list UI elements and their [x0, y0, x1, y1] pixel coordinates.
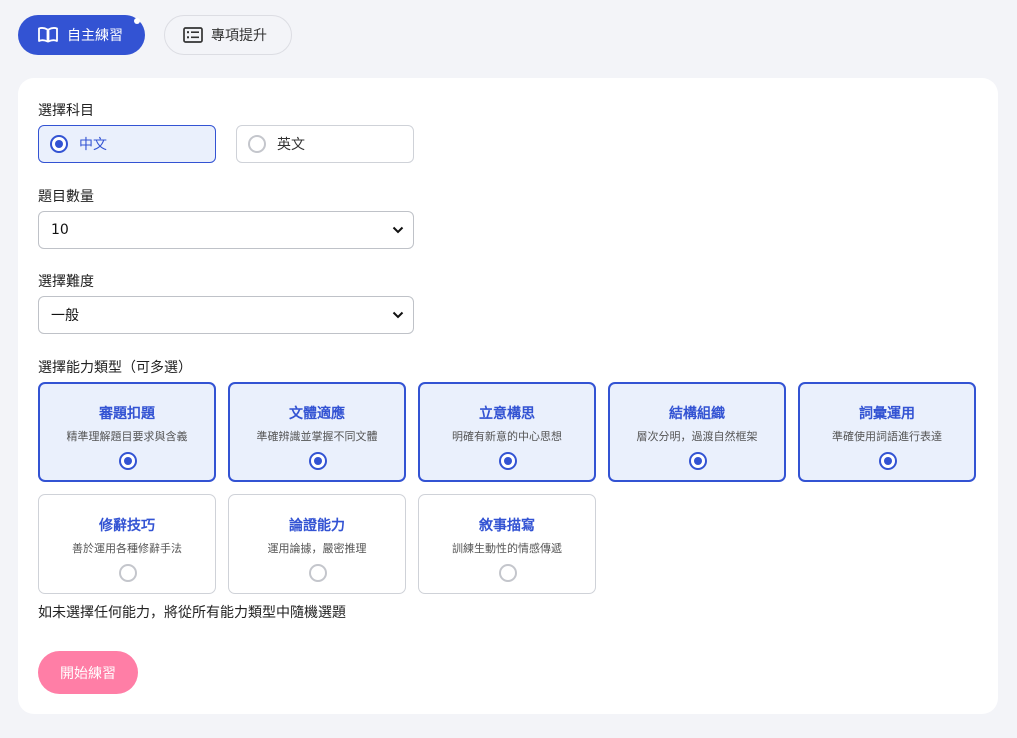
book-icon — [37, 26, 59, 44]
ability-card-vocabulary[interactable]: 詞彙運用 準確使用詞語進行表達 — [798, 382, 976, 482]
ability-description: 精準理解題目要求與含義 — [66, 430, 188, 443]
tab-label: 專項提升 — [211, 28, 267, 44]
chevron-down-icon — [392, 311, 404, 319]
ability-description: 運用論據，嚴密推理 — [267, 542, 367, 555]
ability-type-label: 選擇能力類型（可多選） — [38, 360, 192, 376]
radio-selected-icon — [499, 452, 517, 470]
question-count-select[interactable]: 10 — [38, 211, 414, 249]
chevron-down-icon — [392, 226, 404, 234]
ability-title: 詞彙運用 — [859, 406, 915, 422]
radio-unselected-icon — [119, 564, 137, 582]
radio-unselected-icon — [309, 564, 327, 582]
ability-title: 立意構思 — [479, 406, 535, 422]
radio-unselected-icon — [499, 564, 517, 582]
radio-selected-icon — [879, 452, 897, 470]
ability-card-structure[interactable]: 結構組織 層次分明，過渡自然框架 — [608, 382, 786, 482]
notification-dot — [134, 18, 140, 24]
difficulty-label: 選擇難度 — [38, 274, 94, 290]
question-count-value: 10 — [51, 222, 69, 238]
question-count-label: 題目數量 — [38, 189, 94, 205]
subject-option-label: 中文 — [79, 137, 107, 153]
radio-unselected-icon — [248, 135, 266, 153]
start-practice-button[interactable]: 開始練習 — [38, 651, 138, 694]
ability-description: 善於運用各種修辭手法 — [72, 542, 182, 555]
ability-description: 層次分明，過渡自然框架 — [636, 430, 758, 443]
ability-card-concept[interactable]: 立意構思 明確有新意的中心思想 — [418, 382, 596, 482]
list-icon — [183, 27, 203, 43]
ability-title: 文體適應 — [289, 406, 345, 422]
ability-card-shenti[interactable]: 審題扣題 精準理解題目要求與含義 — [38, 382, 216, 482]
tab-special-improvement[interactable]: 專項提升 — [164, 15, 292, 55]
radio-selected-icon — [309, 452, 327, 470]
practice-settings-card: 選擇科目 中文 英文 題目數量 10 選擇難度 一般 選擇能力類型（可多選） 審… — [18, 78, 998, 714]
ability-description: 訓練生動性的情感傳遞 — [452, 542, 562, 555]
difficulty-value: 一般 — [51, 308, 79, 324]
ability-card-argument[interactable]: 論證能力 運用論據，嚴密推理 — [228, 494, 406, 594]
ability-title: 審題扣題 — [99, 406, 155, 422]
ability-title: 結構組織 — [669, 406, 725, 422]
ability-title: 修辭技巧 — [99, 518, 155, 534]
radio-selected-icon — [689, 452, 707, 470]
ability-description: 準確使用詞語進行表達 — [832, 430, 942, 443]
radio-selected-icon — [50, 135, 68, 153]
difficulty-select[interactable]: 一般 — [38, 296, 414, 334]
random-selection-note: 如未選擇任何能力，將從所有能力類型中隨機選題 — [38, 605, 346, 621]
ability-title: 論證能力 — [289, 518, 345, 534]
ability-description: 準確辨識並掌握不同文體 — [256, 430, 378, 443]
ability-title: 敘事描寫 — [479, 518, 535, 534]
tab-self-practice[interactable]: 自主練習 — [18, 15, 145, 55]
ability-card-genre[interactable]: 文體適應 準確辨識並掌握不同文體 — [228, 382, 406, 482]
subject-option-chinese[interactable]: 中文 — [38, 125, 216, 163]
subject-option-label: 英文 — [277, 137, 305, 153]
radio-selected-icon — [119, 452, 137, 470]
ability-card-rhetoric[interactable]: 修辭技巧 善於運用各種修辭手法 — [38, 494, 216, 594]
subject-option-english[interactable]: 英文 — [236, 125, 414, 163]
subject-label: 選擇科目 — [38, 103, 94, 119]
ability-description: 明確有新意的中心思想 — [452, 430, 562, 443]
ability-card-narrative[interactable]: 敘事描寫 訓練生動性的情感傳遞 — [418, 494, 596, 594]
tab-label: 自主練習 — [67, 28, 123, 44]
